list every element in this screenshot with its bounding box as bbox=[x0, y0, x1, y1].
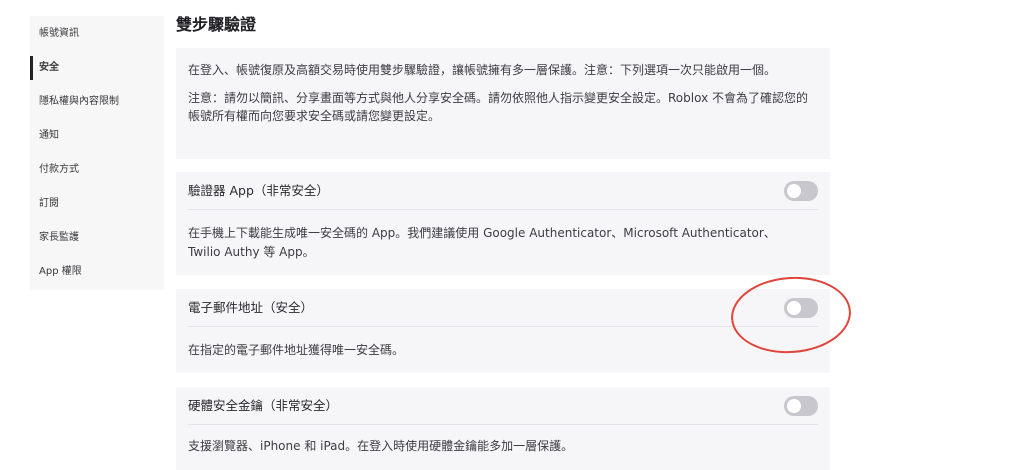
authenticator-app-toggle[interactable] bbox=[784, 181, 818, 201]
security-key-card: 硬體安全金鑰（非常安全） 支援瀏覽器、iPhone 和 iPad。在登入時使用硬… bbox=[176, 387, 830, 470]
sidebar-item-account-info[interactable]: 帳號資訊 bbox=[30, 22, 164, 46]
settings-sidebar: 帳號資訊 安全 隱私權與內容限制 通知 付款方式 訂閱 家長監護 App 權限 bbox=[30, 16, 164, 290]
authenticator-app-header: 驗證器 App（非常安全） bbox=[188, 172, 818, 210]
authenticator-app-description: 在手機上下載能生成唯一安全碼的 App。我們建議使用 Google Authen… bbox=[188, 226, 776, 259]
authenticator-app-card: 驗證器 App（非常安全） 在手機上下載能生成唯一安全碼的 App。我們建議使用… bbox=[176, 172, 830, 275]
page-title: 雙步驟驗證 bbox=[176, 15, 257, 34]
sidebar-item-payment[interactable]: 付款方式 bbox=[30, 158, 164, 182]
toggle-knob bbox=[787, 399, 801, 413]
sidebar-item-privacy[interactable]: 隱私權與內容限制 bbox=[30, 90, 164, 114]
security-key-header: 硬體安全金鑰（非常安全） bbox=[188, 387, 818, 425]
warning-text: 注意：請勿以簡訊、分享畫面等方式與他人分享安全碼。請勿依照他人指示變更安全設定。… bbox=[188, 91, 808, 123]
sidebar-item-subscriptions[interactable]: 訂閱 bbox=[30, 192, 164, 216]
authenticator-app-label: 驗證器 App（非常安全） bbox=[188, 183, 329, 198]
email-card: 電子郵件地址（安全） 在指定的電子郵件地址獲得唯一安全碼。 bbox=[176, 289, 830, 373]
email-header: 電子郵件地址（安全） bbox=[188, 289, 818, 327]
intro-text: 在登入、帳號復原及高額交易時使用雙步驟驗證，讓帳號擁有多一層保護。注意：下列選項… bbox=[188, 63, 777, 77]
security-key-description: 支援瀏覽器、iPhone 和 iPad。在登入時使用硬體金鑰能多加一層保護。 bbox=[188, 439, 574, 453]
sidebar-item-app-permissions[interactable]: App 權限 bbox=[30, 260, 164, 284]
sidebar-item-parental-controls[interactable]: 家長監護 bbox=[30, 226, 164, 250]
sidebar-item-security[interactable]: 安全 bbox=[30, 56, 164, 80]
email-description: 在指定的電子郵件地址獲得唯一安全碼。 bbox=[188, 343, 405, 357]
email-label: 電子郵件地址（安全） bbox=[188, 300, 314, 315]
sidebar-item-notifications[interactable]: 通知 bbox=[30, 124, 164, 148]
intro-card: 在登入、帳號復原及高額交易時使用雙步驟驗證，讓帳號擁有多一層保護。注意：下列選項… bbox=[176, 48, 830, 159]
security-key-label: 硬體安全金鑰（非常安全） bbox=[188, 398, 339, 413]
security-key-toggle[interactable] bbox=[784, 396, 818, 416]
toggle-knob bbox=[787, 184, 801, 198]
